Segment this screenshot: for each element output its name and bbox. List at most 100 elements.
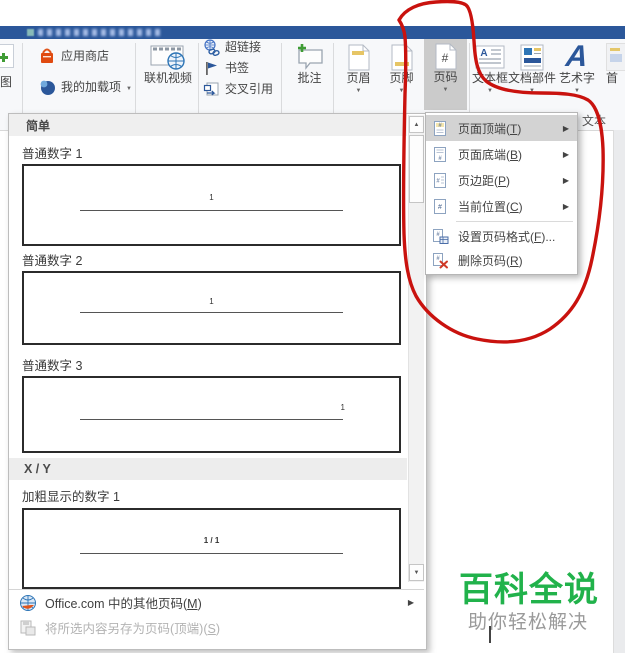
menu-item-label: 当前位置(C) <box>458 199 523 214</box>
menu-item-label: 设置页码格式(F)... <box>458 229 556 244</box>
preview-rule-line <box>80 418 343 420</box>
app-store-button[interactable]: 应用商店 <box>38 47 109 65</box>
chevron-down-icon: ▼ <box>487 88 493 94</box>
app-store-label: 应用商店 <box>61 48 110 63</box>
format-page-numbers-icon: # <box>433 228 449 244</box>
clipped-icon-fragment <box>606 43 625 71</box>
preview-page-number: 1 <box>209 192 214 202</box>
quick-parts-button[interactable]: 文档部件 ▼ <box>508 40 556 94</box>
footer-button[interactable]: 页脚 ▼ <box>381 40 422 94</box>
video-icon <box>150 45 185 70</box>
section-header-xy: X / Y <box>9 458 407 480</box>
drop-cap-label-partial: 首 <box>605 71 618 85</box>
submenu-arrow-icon: ▶ <box>562 175 569 185</box>
textbox-label: 文本框 <box>471 71 508 85</box>
menu-item-remove-page-numbers[interactable]: # 删除页码(R) <box>426 248 577 272</box>
watermark-title: 百科全说 <box>459 571 599 609</box>
my-addins-label: 我的加载项 <box>61 79 122 94</box>
comment-label: 批注 <box>297 71 322 85</box>
titlebar-blurred-text <box>38 29 163 36</box>
quick-parts-label: 文档部件 <box>508 71 557 85</box>
bookmark-button[interactable]: 书签 <box>203 60 249 77</box>
plus-icon <box>0 53 8 62</box>
preview-page-number: 1 <box>209 296 214 306</box>
menu-item-label: 页面底端(B) <box>458 147 523 162</box>
header-icon <box>348 44 369 70</box>
chevron-down-icon: ▼ <box>398 88 405 94</box>
svg-text:A: A <box>480 48 487 59</box>
quick-parts-icon <box>520 44 544 70</box>
preview-rule-line <box>80 312 343 314</box>
save-selection-icon <box>20 620 36 635</box>
gallery-item-label: 加粗显示的数字 1 <box>22 490 120 504</box>
menu-item-page-margins[interactable]: # 页边距(P) ▶ <box>426 167 577 193</box>
text-cursor <box>489 626 491 643</box>
preview-rule-line <box>80 553 343 555</box>
scroll-up-icon: ▲ <box>413 121 420 128</box>
gallery-scrollbar[interactable]: ▲ ▼ <box>408 115 424 582</box>
preview-rule-line <box>80 209 343 211</box>
gallery-item-label: 普通数字 2 <box>22 254 83 268</box>
more-from-office-item[interactable]: Office.com 中的其他页码(M) ▶ <box>9 590 424 615</box>
scroll-up-button[interactable]: ▲ <box>409 116 424 133</box>
page-number-button[interactable]: # 页码 ▼ <box>424 39 467 110</box>
hyperlink-button[interactable]: 超链接 <box>203 39 261 56</box>
title-bar <box>0 26 625 39</box>
menu-item-format-page-numbers[interactable]: # 设置页码格式(F)... <box>426 224 577 248</box>
top-of-page-icon: # <box>434 120 446 136</box>
bookmark-flag-icon <box>206 62 217 75</box>
page-number-label: 页码 <box>433 70 458 84</box>
hyperlink-label: 超链接 <box>225 40 262 54</box>
menu-item-label: 删除页码(R) <box>458 253 523 268</box>
comment-icon <box>297 44 323 70</box>
gallery-item-label: 普通数字 3 <box>22 359 83 373</box>
cross-reference-icon <box>203 82 219 96</box>
comment-button[interactable]: 批注 <box>287 40 332 85</box>
preview-page-number: 1 / 1 <box>203 536 220 546</box>
online-video-button[interactable]: 联机视频 <box>139 40 197 85</box>
gallery-item-plain-number-2[interactable]: 1 <box>22 271 401 345</box>
gallery-item-label: 普通数字 1 <box>22 147 83 161</box>
menu-separator <box>456 221 573 222</box>
textbox-button[interactable]: A 文本框 ▼ <box>468 40 512 94</box>
page-number-icon: # <box>435 43 456 69</box>
gallery-item-plain-number-1[interactable]: 1 <box>22 164 401 246</box>
textbox-icon: A <box>475 45 505 69</box>
chevron-down-icon: ▼ <box>574 88 580 94</box>
current-position-icon: # <box>434 198 446 214</box>
scrollbar-thumb[interactable] <box>409 135 424 203</box>
cross-reference-label: 交叉引用 <box>225 82 274 96</box>
svg-text:#: # <box>438 204 442 211</box>
bottom-of-page-icon: # <box>434 146 446 162</box>
header-button[interactable]: 页眉 ▼ <box>338 40 379 94</box>
scroll-down-icon: ▼ <box>413 569 420 576</box>
online-video-label: 联机视频 <box>143 71 192 85</box>
menu-item-current-position[interactable]: # 当前位置(C) ▶ <box>426 193 577 219</box>
text-group-label: 文本 <box>582 114 607 128</box>
my-addins-button[interactable]: 我的加载项 ▼ <box>38 78 132 96</box>
gallery-item-plain-number-3[interactable]: 1 <box>22 376 401 453</box>
watermark-subtitle: 助你轻松解决 <box>468 612 589 633</box>
menu-item-label: 页面顶端(T) <box>458 121 522 136</box>
menu-item-label: 页边距(P) <box>458 173 511 188</box>
titlebar-icon <box>27 29 34 36</box>
menu-item-bottom-of-page[interactable]: # 页面底端(B) ▶ <box>426 141 577 167</box>
menu-item-top-of-page[interactable]: # 页面顶端(T) ▶ <box>426 115 577 141</box>
svg-text:#: # <box>441 51 448 65</box>
chevron-down-icon: ▼ <box>126 85 132 92</box>
submenu-arrow-icon: ▶ <box>562 201 569 211</box>
remove-page-numbers-icon: # <box>433 252 448 268</box>
partial-left-button[interactable]: 图 <box>0 40 17 110</box>
document-scroll-strip[interactable] <box>613 130 625 653</box>
scroll-down-button[interactable]: ▼ <box>409 564 424 581</box>
gallery-item-bold-number-1[interactable]: 1 / 1 <box>22 508 401 589</box>
footer-icon <box>391 44 412 70</box>
footer-label: 页脚 <box>389 71 414 85</box>
office-globe-icon <box>20 594 36 611</box>
cross-reference-button[interactable]: 交叉引用 <box>203 81 273 98</box>
store-bag-icon <box>41 48 53 63</box>
chevron-down-icon: ▼ <box>355 88 362 94</box>
wordart-button[interactable]: A 艺术字 ▼ <box>556 40 598 94</box>
wordart-label: 艺术字 <box>558 71 595 85</box>
submenu-arrow-icon: ▶ <box>562 123 569 133</box>
